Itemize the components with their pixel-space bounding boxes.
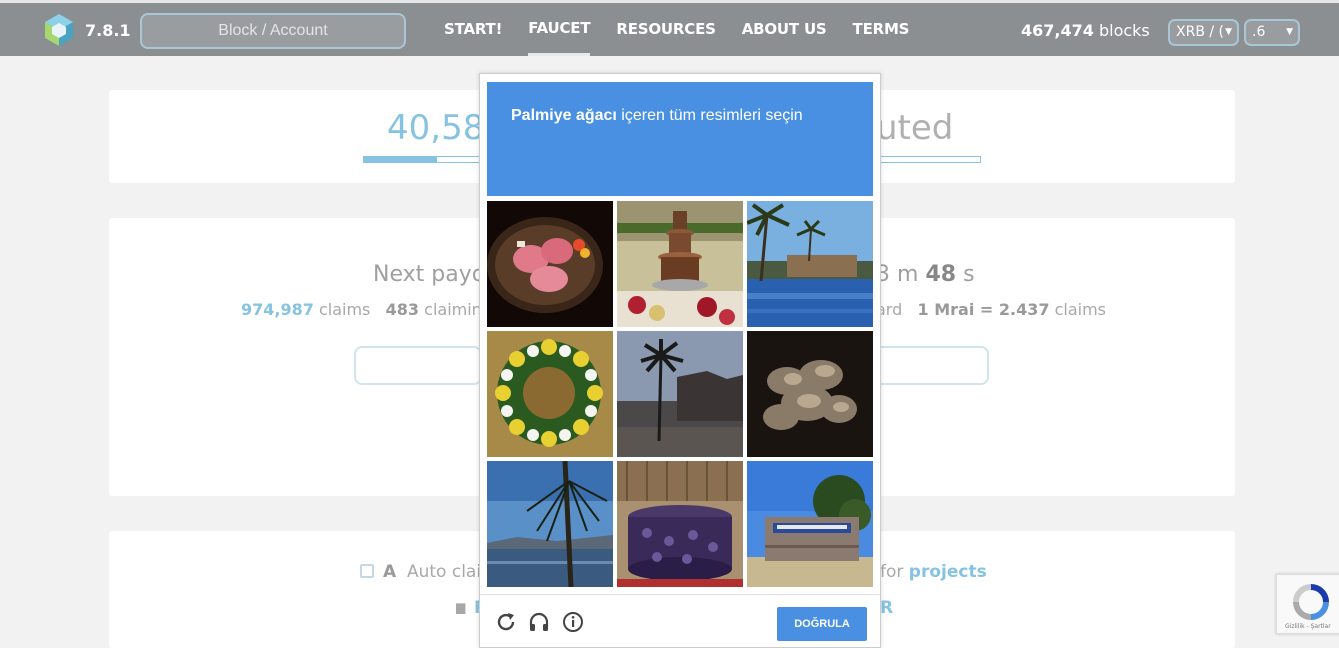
currency-select[interactable]: XRB / ( ▼ xyxy=(1168,19,1239,46)
nav-about-us[interactable]: ABOUT US xyxy=(742,3,827,56)
account-input-right[interactable] xyxy=(878,346,989,385)
projects-link[interactable]: projects xyxy=(909,562,987,582)
headphones-icon[interactable] xyxy=(528,611,550,633)
captcha-tile-chocolate-fountain[interactable] xyxy=(617,201,743,327)
next-payout-label: Next payo xyxy=(373,262,486,287)
nav-resources[interactable]: RESOURCES xyxy=(616,3,716,56)
chevron-down-icon: ▼ xyxy=(1225,27,1232,37)
block-count: 467,474 blocks xyxy=(1021,21,1150,40)
logo-icon[interactable] xyxy=(42,13,76,47)
projects-text: for projects xyxy=(880,562,987,582)
captcha-tile-palm-pool[interactable] xyxy=(747,201,873,327)
captcha-tile-cake[interactable] xyxy=(617,461,743,587)
book-icon: ▆ xyxy=(456,600,466,614)
captcha-footer: DOĞRULA xyxy=(480,594,880,648)
account-input-left[interactable] xyxy=(354,346,482,385)
version-label: 7.8.1 xyxy=(85,21,131,40)
nav-faucet[interactable]: FAUCET xyxy=(528,3,591,56)
recaptcha-privacy-terms[interactable]: Gizlilik - Şartlar xyxy=(1285,623,1331,630)
r-link[interactable]: R xyxy=(880,598,893,618)
payout-timer: 3 m 48 s xyxy=(876,262,975,287)
reload-icon[interactable] xyxy=(495,611,517,633)
nav-terms[interactable]: TERMS xyxy=(853,3,910,56)
recaptcha-badge[interactable]: Gizlilik - Şartlar xyxy=(1276,574,1339,634)
captcha-tile-palm-lake[interactable] xyxy=(487,461,613,587)
claims-stats: 974,987 claims 483 claimin xyxy=(241,300,482,319)
decimal-select[interactable]: .6 ▼ xyxy=(1244,19,1300,46)
reward-rate: ard 1 Mrai = 2.437 claims xyxy=(876,300,1106,319)
nav-start[interactable]: START! xyxy=(444,3,502,56)
captcha-instruction: Palmiye ağacı içeren tüm resimleri seçin xyxy=(511,107,803,124)
captcha-tile-meat-plate[interactable] xyxy=(487,201,613,327)
chevron-down-icon: ▼ xyxy=(1286,27,1293,37)
main-nav: START! FAUCET RESOURCES ABOUT US TERMS xyxy=(444,3,935,56)
block-account-search-input[interactable] xyxy=(140,13,406,49)
captcha-tile-flower-wreath[interactable] xyxy=(487,331,613,457)
auto-claim-checkbox[interactable] xyxy=(360,564,374,578)
captcha-tile-sign-wall[interactable] xyxy=(747,461,873,587)
captcha-image-grid xyxy=(487,201,873,587)
captcha-header: Palmiye ağacı içeren tüm resimleri seçin xyxy=(487,82,873,196)
distribution-progress-fill xyxy=(363,156,437,163)
verify-button[interactable]: DOĞRULA xyxy=(777,607,867,641)
captcha-tile-dried-flowers[interactable] xyxy=(747,331,873,457)
image-captcha-dialog: Palmiye ağacı içeren tüm resimleri seçin xyxy=(479,73,881,648)
top-navbar: 7.8.1 START! FAUCET RESOURCES ABOUT US T… xyxy=(0,0,1339,56)
info-icon[interactable] xyxy=(562,611,584,633)
captcha-tile-palm-ruins[interactable] xyxy=(617,331,743,457)
distributed-label: uted xyxy=(876,108,954,148)
recaptcha-logo-icon xyxy=(1293,584,1329,620)
auto-claim-label: A Auto clai xyxy=(383,562,482,582)
